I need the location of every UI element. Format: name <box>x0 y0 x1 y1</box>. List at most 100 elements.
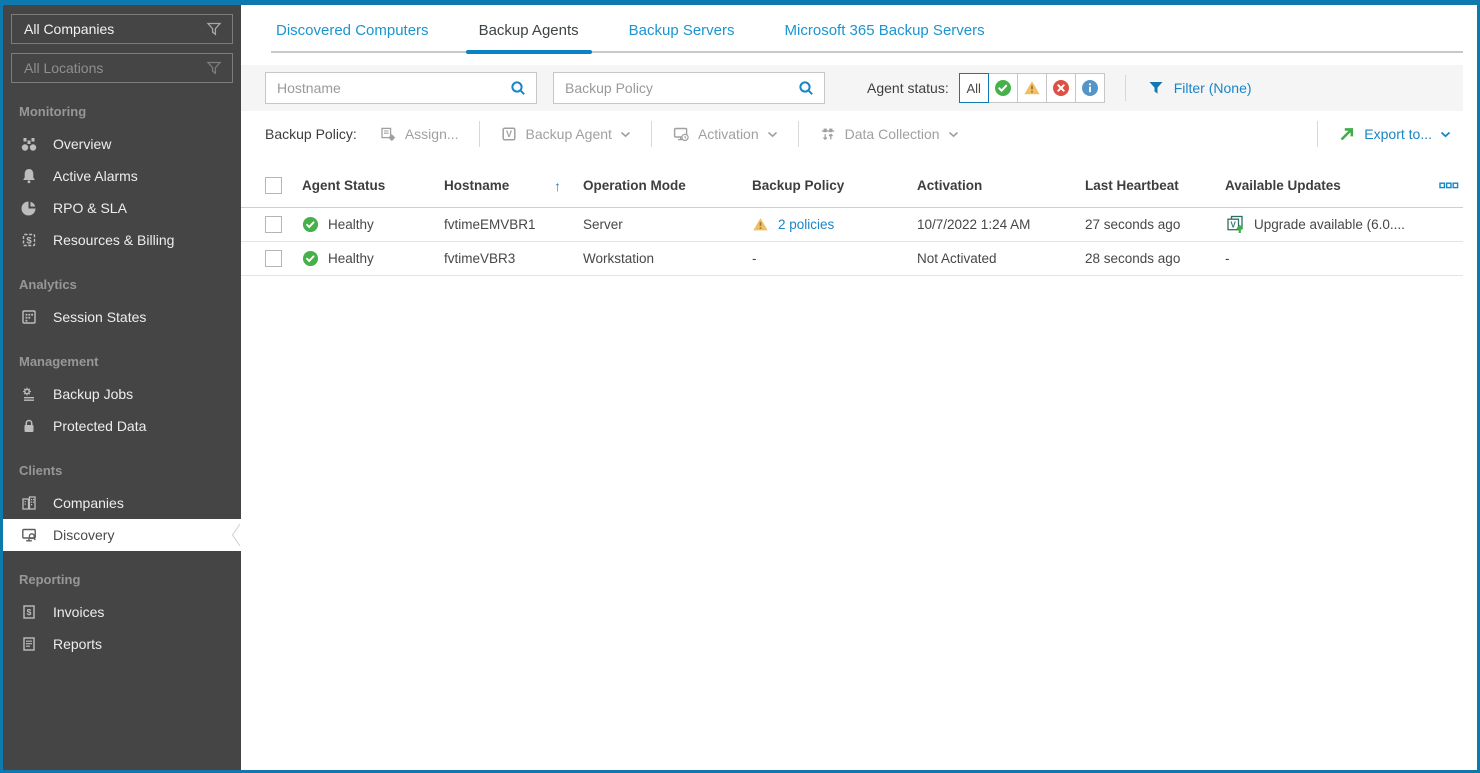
sidebar-item-label: Session States <box>53 309 146 325</box>
healthy-status-icon <box>994 79 1012 97</box>
sidebar-item-companies[interactable]: Companies <box>3 487 241 519</box>
last-heartbeat-cell: 27 seconds ago <box>1085 217 1225 232</box>
lock-icon <box>20 417 38 435</box>
status-filter-healthy[interactable] <box>988 73 1018 103</box>
sidebar-item-label: Active Alarms <box>53 168 138 184</box>
agent-status-label: Agent status: <box>867 80 949 96</box>
action-toolbar: Backup Policy: Assign... V Backup Agent <box>241 111 1477 157</box>
backup-agent-label: Backup Agent <box>526 126 612 142</box>
section-analytics: Analytics <box>3 269 241 301</box>
grid-icon <box>20 308 38 326</box>
sidebar-item-backup-jobs[interactable]: Backup Jobs <box>3 378 241 410</box>
section-reporting: Reporting <box>3 564 241 596</box>
select-all-checkbox[interactable] <box>265 177 282 194</box>
location-filter-dropdown[interactable]: All Locations <box>11 53 233 83</box>
sidebar-item-label: RPO & SLA <box>53 200 127 216</box>
tab-microsoft-365-backup-servers[interactable]: Microsoft 365 Backup Servers <box>780 20 990 51</box>
available-updates-cell: - <box>1225 251 1427 266</box>
sidebar-item-active-alarms[interactable]: Active Alarms <box>3 160 241 192</box>
column-header-activation[interactable]: Activation <box>917 178 1085 193</box>
backup-agent-icon: V <box>500 125 518 143</box>
section-monitoring: Monitoring <box>3 96 241 128</box>
backup-policy-cell: 2 policies <box>752 216 917 233</box>
export-arrow-icon <box>1338 125 1356 143</box>
agent-status-cell: Healthy <box>302 250 444 267</box>
agents-table: Agent Status Hostname ↑ Operation Mode B… <box>241 164 1463 276</box>
sort-ascending-icon[interactable]: ↑ <box>554 178 561 194</box>
agent-upgrade-icon: V <box>1225 215 1245 234</box>
sidebar-item-overview[interactable]: Overview <box>3 128 241 160</box>
company-filter-dropdown[interactable]: All Companies <box>11 14 233 44</box>
warning-status-icon <box>752 216 769 233</box>
svg-text:$: $ <box>26 235 32 246</box>
sidebar-item-rpo-sla[interactable]: RPO & SLA <box>3 192 241 224</box>
backup-policy-search-input[interactable] <box>554 80 798 96</box>
funnel-icon <box>205 20 223 38</box>
sidebar-item-session-states[interactable]: Session States <box>3 301 241 333</box>
backup-policy-cell: - <box>752 251 917 266</box>
backup-agent-menu-button[interactable]: V Backup Agent <box>488 125 643 143</box>
warning-status-icon <box>1023 79 1041 97</box>
data-collection-menu-button[interactable]: Data Collection <box>807 125 971 143</box>
export-to-label: Export to... <box>1364 126 1432 142</box>
activation-label: Activation <box>698 126 759 142</box>
status-filter-error[interactable] <box>1046 73 1076 103</box>
tab-backup-servers[interactable]: Backup Servers <box>624 20 740 51</box>
sidebar-item-discovery[interactable]: Discovery <box>3 519 241 551</box>
policies-link[interactable]: 2 policies <box>778 217 834 232</box>
divider <box>479 121 480 147</box>
table-row[interactable]: Healthy fvtimeVBR3 Workstation - Not Act… <box>241 242 1463 276</box>
last-heartbeat-cell: 28 seconds ago <box>1085 251 1225 266</box>
column-header-hostname[interactable]: Hostname ↑ <box>444 178 583 194</box>
activation-menu-button[interactable]: Activation <box>660 125 790 143</box>
filter-none-label: Filter (None) <box>1174 80 1252 96</box>
row-checkbox[interactable] <box>265 250 282 267</box>
section-clients: Clients <box>3 455 241 487</box>
assign-policy-button[interactable]: Assign... <box>367 125 471 143</box>
hostname-cell: fvtimeEMVBR1 <box>444 217 583 232</box>
column-header-available-updates[interactable]: Available Updates <box>1225 178 1427 193</box>
chevron-down-icon <box>1440 131 1451 138</box>
sidebar-item-reports[interactable]: Reports <box>3 628 241 660</box>
bell-icon <box>20 167 38 185</box>
column-header-operation-mode[interactable]: Operation Mode <box>583 178 752 193</box>
filter-funnel-icon <box>1147 79 1165 97</box>
chevron-down-icon <box>948 131 959 138</box>
hostname-cell: fvtimeVBR3 <box>444 251 583 266</box>
sidebar-item-resources-billing[interactable]: $ Resources & Billing <box>3 224 241 256</box>
column-header-agent-status[interactable]: Agent Status <box>302 178 444 193</box>
assign-policy-icon <box>379 125 397 143</box>
assign-policy-label: Assign... <box>405 126 459 142</box>
table-header-row: Agent Status Hostname ↑ Operation Mode B… <box>241 164 1463 208</box>
export-to-button[interactable]: Export to... <box>1326 125 1463 143</box>
search-icon[interactable] <box>798 80 815 97</box>
divider <box>1125 75 1126 101</box>
location-filter-placeholder: All Locations <box>24 60 103 76</box>
sidebar-item-label: Protected Data <box>53 418 146 434</box>
status-filter-info[interactable] <box>1075 73 1105 103</box>
monitor-search-icon <box>20 526 38 544</box>
sidebar-item-protected-data[interactable]: Protected Data <box>3 410 241 442</box>
svg-text:V: V <box>1231 220 1237 229</box>
status-filter-warning[interactable] <box>1017 73 1047 103</box>
data-collection-label: Data Collection <box>845 126 940 142</box>
table-row[interactable]: Healthy fvtimeEMVBR1 Server 2 policies 1… <box>241 208 1463 242</box>
sidebar-item-invoices[interactable]: $ Invoices <box>3 596 241 628</box>
column-header-backup-policy[interactable]: Backup Policy <box>752 178 917 193</box>
sidebar-item-label: Backup Jobs <box>53 386 133 402</box>
row-checkbox[interactable] <box>265 216 282 233</box>
backup-policy-toolbar-label: Backup Policy: <box>265 126 357 142</box>
tab-backup-agents[interactable]: Backup Agents <box>474 20 584 51</box>
buildings-icon <box>20 494 38 512</box>
operation-mode-cell: Workstation <box>583 251 752 266</box>
hostname-search-input[interactable] <box>266 80 510 96</box>
search-icon[interactable] <box>510 80 527 97</box>
tab-discovered-computers[interactable]: Discovered Computers <box>271 20 434 51</box>
divider <box>798 121 799 147</box>
status-filter-all[interactable]: All <box>959 73 989 103</box>
operation-mode-cell: Server <box>583 217 752 232</box>
column-header-last-heartbeat[interactable]: Last Heartbeat <box>1085 178 1225 193</box>
section-management: Management <box>3 346 241 378</box>
filter-none-button[interactable]: Filter (None) <box>1147 79 1252 97</box>
column-chooser-icon[interactable] <box>1439 182 1459 190</box>
